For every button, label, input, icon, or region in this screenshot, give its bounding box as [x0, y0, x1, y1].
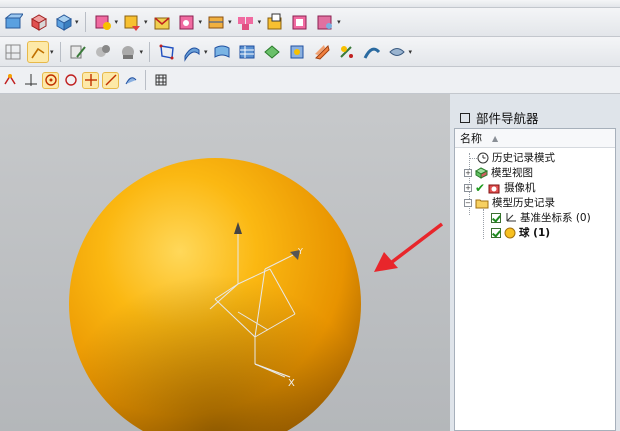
grid-icon[interactable]	[152, 72, 169, 89]
tree-item-label: 模型历史记录	[492, 197, 555, 209]
on-curve-snap-icon[interactable]	[102, 71, 119, 89]
chevron-down-icon[interactable]: ▾	[228, 18, 232, 26]
visibility-checkbox[interactable]	[491, 212, 501, 223]
clock-icon	[477, 152, 489, 163]
shape-tool-icon[interactable]	[386, 41, 408, 63]
tree-item-label: 摄像机	[504, 182, 536, 194]
intersection-snap-icon[interactable]	[82, 71, 99, 89]
pin-checkbox-icon[interactable]	[460, 112, 470, 123]
tree-item-sphere[interactable]: 球 (1)	[491, 225, 550, 240]
expand-icon[interactable]: +	[464, 183, 472, 192]
box-icon[interactable]	[2, 11, 24, 33]
chevron-down-icon[interactable]: ▾	[140, 48, 144, 56]
chevron-down-icon[interactable]: ▾	[258, 18, 262, 26]
part-navigator: 部件导航器 名称 ▲ 历史记录模式 + 模型视图 + ✔ 摄像机 − 模型历史记…	[450, 94, 620, 431]
chevron-down-icon[interactable]: ▾	[144, 18, 148, 26]
through-curves-icon[interactable]	[236, 41, 258, 63]
toolbar-separator	[149, 41, 151, 62]
chevron-down-icon[interactable]: ▾	[199, 18, 203, 26]
column-header-name[interactable]: 名称 ▲	[455, 129, 615, 148]
feature-pink-icon[interactable]	[92, 11, 114, 33]
toolbar-top-strip	[0, 0, 620, 8]
sphere-shadow	[69, 158, 361, 431]
axis-snap-icon[interactable]	[22, 72, 39, 89]
toolbar-surface-row: ▾ ▾ ▾ ▾	[0, 37, 620, 67]
tree-item-datum-csys[interactable]: 基准坐标系 (0)	[491, 210, 591, 225]
navigator-title: 部件导航器	[476, 111, 539, 126]
mesh-surface-icon[interactable]	[211, 41, 233, 63]
cube-blue-icon[interactable]	[52, 11, 74, 33]
x-axis-label: X	[288, 378, 295, 389]
visibility-checkbox[interactable]	[491, 227, 501, 238]
chevron-down-icon[interactable]: ▾	[204, 48, 208, 56]
swept-icon[interactable]	[286, 41, 308, 63]
tree-item-label: 历史记录模式	[492, 152, 555, 164]
chevron-down-icon[interactable]: ▾	[337, 18, 341, 26]
camera-icon	[488, 184, 500, 193]
shell-icon[interactable]	[289, 11, 311, 33]
y-axis-label: Y	[297, 247, 303, 256]
pattern-icon[interactable]	[235, 11, 257, 33]
toolbar-feature-row: ▾ ▾ ▾ ▾ ▾ ▾ ▾	[0, 8, 620, 37]
toolbar-separator	[84, 12, 86, 32]
trim-icon[interactable]	[205, 11, 227, 33]
tree-item-label: 基准坐标系 (0)	[520, 212, 591, 224]
tree-item-label: 球 (1)	[519, 227, 551, 239]
tree-item-cameras[interactable]: + ✔ 摄像机	[464, 180, 536, 195]
trim-sheet-icon[interactable]	[336, 41, 358, 63]
face-snap-icon[interactable]	[122, 72, 139, 89]
navigator-header: 部件导航器	[460, 108, 539, 127]
extract-icon[interactable]	[117, 41, 139, 63]
sketch-edit-icon[interactable]	[67, 41, 89, 63]
graphics-viewport[interactable]: Y X	[0, 94, 450, 431]
blend-icon[interactable]	[151, 11, 173, 33]
toolbar-snap-row	[0, 67, 620, 94]
annotation-arrow	[374, 222, 444, 272]
column-name-label: 名称	[460, 132, 482, 145]
ruled-surface-icon[interactable]	[181, 41, 203, 63]
chevron-down-icon[interactable]: ▾	[115, 18, 119, 26]
scene-svg: Y X	[69, 158, 444, 431]
chevron-down-icon[interactable]: ▾	[409, 48, 413, 56]
tree-item-model-views[interactable]: + 模型视图	[464, 165, 533, 180]
feature-yellow-icon[interactable]	[121, 11, 143, 33]
tree-guide	[483, 209, 484, 239]
csys-icon	[506, 212, 516, 221]
derive-icon[interactable]	[92, 41, 114, 63]
endpoint-snap-icon[interactable]	[2, 72, 19, 89]
folder-icon	[475, 199, 489, 208]
offset-icon[interactable]	[264, 11, 286, 33]
sketch-grid-icon[interactable]	[2, 41, 24, 63]
toolbar-separator	[59, 41, 61, 62]
chevron-down-icon[interactable]: ▾	[75, 18, 79, 26]
hole-icon[interactable]	[176, 11, 198, 33]
quadrant-snap-icon[interactable]	[62, 72, 79, 89]
quad-surface-icon[interactable]	[156, 41, 178, 63]
offset-surface-icon[interactable]	[311, 41, 333, 63]
sort-arrow-icon: ▲	[492, 133, 499, 143]
tree-guide	[469, 158, 477, 159]
model-views-icon	[475, 166, 488, 179]
tree-item-label: 模型视图	[491, 167, 533, 179]
navigator-tree-panel[interactable]: 名称 ▲ 历史记录模式 + 模型视图 + ✔ 摄像机 − 模型历史记录 基准坐标…	[454, 128, 616, 431]
tree-item-history-mode[interactable]: 历史记录模式	[477, 150, 555, 165]
toolbar-separator	[145, 70, 146, 90]
cube-red-icon[interactable]	[27, 11, 49, 33]
center-snap-icon[interactable]	[42, 71, 59, 89]
sew-icon[interactable]	[314, 11, 336, 33]
collapse-icon[interactable]: −	[464, 198, 472, 207]
studio-surface-icon[interactable]	[261, 41, 283, 63]
chevron-down-icon[interactable]: ▾	[50, 48, 54, 56]
blend-surface-icon[interactable]	[361, 41, 383, 63]
sphere-icon	[504, 227, 516, 238]
expand-icon[interactable]: +	[464, 168, 472, 177]
tree-item-model-history[interactable]: − 模型历史记录	[464, 195, 555, 210]
curve-tool-icon[interactable]	[27, 40, 49, 63]
green-check-icon: ✔	[475, 180, 486, 195]
